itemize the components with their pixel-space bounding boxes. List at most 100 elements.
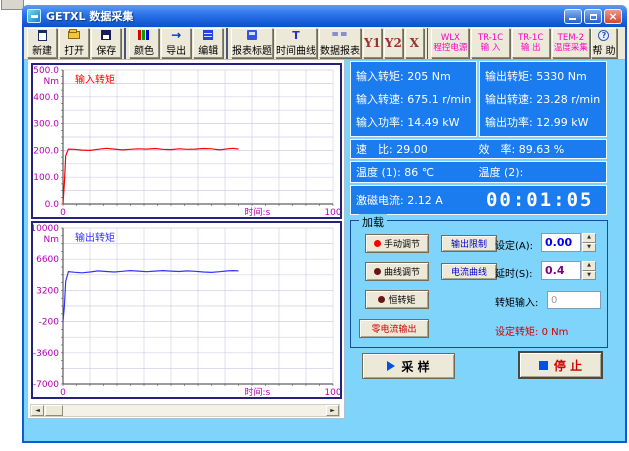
wlx-power-button[interactable]: WLX 程控电源 [431,28,469,58]
report-title-button[interactable]: 报表标题 [231,28,273,58]
excitation-current-field: 激磁电流: 2.12 A [356,192,479,208]
horizontal-scrollbar[interactable]: ◄ ► [30,404,340,417]
svg-text:-3600: -3600 [33,349,59,359]
tem2-temperature-button[interactable]: TEM-2 温度采集 [552,28,590,58]
constant-torque-button[interactable]: 恒转矩 [365,290,429,309]
scroll-left-button[interactable]: ◄ [31,405,44,416]
report-title-icon [247,29,257,41]
color-button[interactable]: 颜色 [129,28,159,58]
x-axis-button[interactable]: X [405,28,424,58]
svg-text:6600: 6600 [36,255,59,265]
window-controls: × [564,9,622,24]
sample-button[interactable]: 采 样 [362,353,455,379]
svg-text:Nm: Nm [44,77,60,87]
tr1c-input-button[interactable]: TR-1C 输 入 [471,28,509,58]
svg-text:-200: -200 [39,318,60,328]
temperature2-field: 温度 (2): [479,164,602,180]
titlebar: GETXL 数据采集 × [22,5,627,27]
spin-down-button[interactable]: ▼ [582,243,596,253]
scrollbar-track[interactable] [63,405,326,416]
export-arrow-icon: → [171,29,181,41]
load-groupbox: 加载 手动调节 曲线调节 恒转矩 零电流输出 输出限制 电流曲线 [350,220,608,348]
svg-text:100.0: 100.0 [33,173,59,183]
svg-text:100: 100 [324,208,340,217]
delay-input[interactable] [541,261,581,280]
set-current-spinedit: ▲ ▼ [541,233,596,252]
svg-text:0.0: 0.0 [45,200,60,210]
open-button[interactable]: 打开 [59,28,89,58]
close-button[interactable]: × [604,9,622,24]
input-speed-field: 输入转速: 675.1 r/min [356,91,471,107]
help-question-icon: ? [598,29,609,41]
set-current-input[interactable] [541,233,581,252]
radio-dot-icon [378,296,385,303]
screen: GETXL 数据采集 × 新建 打开 保存 颜色 [0,0,629,451]
close-icon: × [605,10,621,23]
scroll-right-button[interactable]: ► [326,405,339,416]
stop-icon [539,361,548,370]
svg-text:500.0: 500.0 [33,66,59,76]
zero-current-output-button[interactable]: 零电流输出 [359,319,429,338]
export-button[interactable]: → 导出 [161,28,191,58]
output-power-field: 输出功率: 12.99 kW [485,114,601,130]
color-bars-icon [138,29,150,41]
speed-ratio-field: 速 比: 29.00 [356,141,479,157]
minimize-icon [569,18,576,20]
restore-button[interactable] [584,9,602,24]
spin-up-button[interactable]: ▲ [582,261,596,271]
open-folder-icon [68,29,80,41]
svg-text:时间:s: 时间:s [245,206,271,217]
curve-adjust-button[interactable]: 曲线调节 [365,262,429,281]
manual-adjust-button[interactable]: 手动调节 [365,234,429,253]
output-limit-button[interactable]: 输出限制 [441,235,497,252]
svg-text:10000: 10000 [33,224,59,234]
input-torque-plot: 500.0400.0300.0200.0100.00.0Nm0100时间:s输入… [33,65,340,217]
svg-text:400.0: 400.0 [33,93,59,103]
restore-icon [590,14,597,20]
toolbar-separator [124,28,126,59]
input-measurements-box: 输入转矩: 205 Nm 输入转速: 675.1 r/min 输入功率: 14.… [350,61,477,137]
scrollbar-thumb[interactable] [45,405,63,416]
edit-button[interactable]: 编辑 [193,28,223,58]
stop-button[interactable]: 停 止 [518,351,603,379]
y2-axis-button[interactable]: Y2 [384,28,403,58]
excitation-timer-box: 激磁电流: 2.12 A 00:01:05 [350,185,607,215]
new-button[interactable]: 新建 [27,28,57,58]
time-curve-icon: T [292,29,300,41]
window-title: GETXL 数据采集 [46,8,133,24]
svg-text:0: 0 [60,208,66,217]
save-button[interactable]: 保存 [91,28,121,58]
output-torque-field: 输出转矩: 5330 Nm [485,68,601,84]
new-document-icon [38,29,47,41]
spin-down-button[interactable]: ▼ [582,271,596,281]
app-icon [27,9,41,23]
toolbar-separator [226,28,228,59]
output-speed-field: 输出转速: 23.28 r/min [485,91,601,107]
output-torque-plot: 1000066003200-200-3600-7000Nm0100时间:s输出转… [33,223,340,397]
radio-dot-icon [374,240,381,247]
tr1c-output-button[interactable]: TR-1C 输 出 [512,28,550,58]
set-current-spinner: ▲ ▼ [582,233,596,252]
output-measurements-box: 输出转矩: 5330 Nm 输出转速: 23.28 r/min 输出功率: 12… [479,61,607,137]
svg-text:100: 100 [324,388,340,397]
help-button[interactable]: ? 帮 助 [591,28,617,58]
torque-input-field[interactable] [547,291,601,309]
current-curve-button[interactable]: 电流曲线 [441,263,497,280]
minimize-button[interactable] [564,9,582,24]
save-floppy-icon [101,29,111,41]
delay-spinedit: ▲ ▼ [541,261,596,280]
y1-axis-button[interactable]: Y1 [363,28,382,58]
input-torque-chart: 500.0400.0300.0200.0100.00.0Nm0100时间:s输入… [31,63,342,219]
svg-text:200.0: 200.0 [33,146,59,156]
elapsed-time: 00:01:05 [479,189,602,211]
temperature1-field: 温度 (1): 86 ℃ [356,164,479,180]
svg-text:时间:s: 时间:s [245,386,271,397]
toolbar-separator [427,28,429,59]
ratio-efficiency-box: 速 比: 29.00 效 率: 89.63 % [350,139,607,159]
svg-text:300.0: 300.0 [33,120,59,130]
input-torque-field: 输入转矩: 205 Nm [356,68,471,84]
app-window: GETXL 数据采集 × 新建 打开 保存 颜色 [22,5,627,443]
time-curve-button[interactable]: T 时间曲线 [275,28,317,58]
data-report-button[interactable]: == 数据报表 [319,28,361,58]
spin-up-button[interactable]: ▲ [582,233,596,243]
